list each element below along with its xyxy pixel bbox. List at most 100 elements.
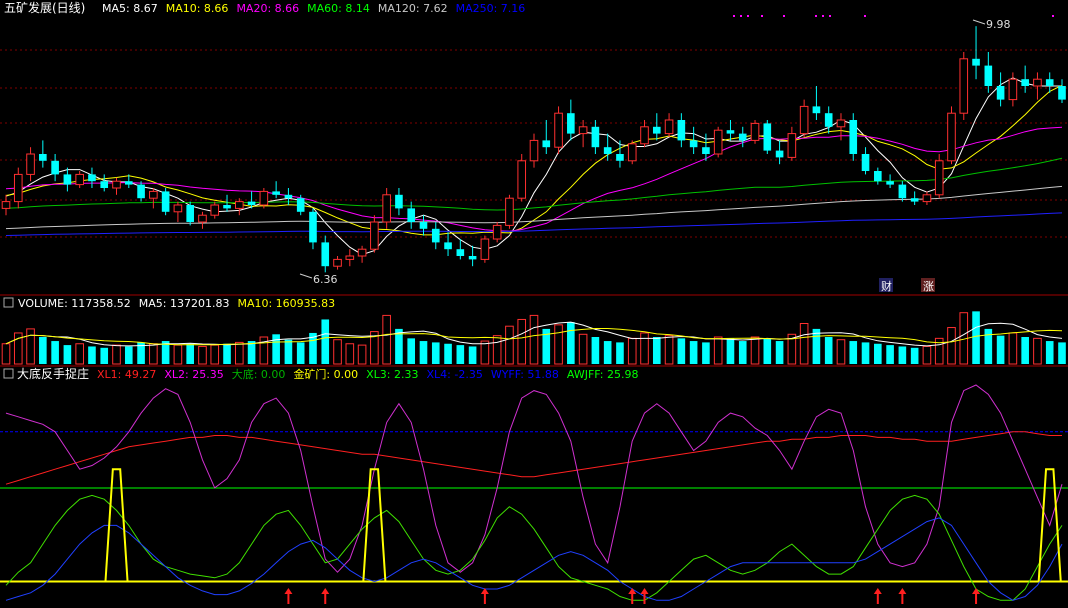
candle-body-down[interactable] [652, 126, 661, 134]
volume-bar-up[interactable] [149, 343, 158, 365]
candle-body-down[interactable] [63, 174, 72, 185]
candle-body-up[interactable] [370, 221, 379, 250]
volume-bar-down[interactable] [763, 338, 772, 364]
volume-bar-up[interactable] [640, 332, 649, 365]
volume-bar-down[interactable] [456, 345, 465, 364]
volume-bar-up[interactable] [357, 344, 367, 365]
candle-body-down[interactable] [567, 113, 575, 134]
candle-body-down[interactable] [603, 147, 612, 154]
candle-body-down[interactable] [886, 181, 894, 185]
candle-body-down[interactable] [321, 242, 330, 267]
candle-body-up[interactable] [75, 173, 84, 186]
candle-body-down[interactable] [996, 86, 1005, 100]
candle-body-up[interactable] [1033, 78, 1042, 87]
volume-bar-up[interactable] [836, 339, 846, 365]
volume-bar-down[interactable] [775, 341, 784, 364]
candle-body-up[interactable] [529, 139, 539, 162]
volume-bar-up[interactable] [578, 333, 588, 365]
candle-body-up[interactable] [112, 180, 121, 189]
candle-body-down[interactable] [1045, 79, 1054, 86]
candle-body-up[interactable] [787, 133, 797, 158]
candle-body-up[interactable] [505, 197, 514, 226]
candle-body-down[interactable] [468, 256, 477, 260]
candle-body-down[interactable] [124, 181, 133, 185]
candle-body-up[interactable] [517, 160, 527, 199]
candle-body-up[interactable] [382, 194, 391, 223]
candle-body-down[interactable] [898, 184, 907, 199]
candle-body-down[interactable] [186, 205, 194, 222]
volume-bar-down[interactable] [39, 337, 47, 364]
candle-body-up[interactable] [357, 248, 367, 257]
volume-bar-down[interactable] [603, 341, 612, 364]
candle-body-down[interactable] [874, 171, 882, 182]
volume-bar-up[interactable] [664, 335, 674, 365]
volume-bar-down[interactable] [51, 341, 59, 364]
candle-body-down[interactable] [689, 140, 698, 148]
volume-bar-up[interactable] [517, 318, 527, 365]
candle-body-down[interactable] [419, 222, 428, 229]
candle-body-up[interactable] [480, 238, 490, 260]
candle-body-up[interactable] [492, 224, 502, 240]
volume-bar-down[interactable] [689, 341, 698, 364]
volume-bar-down[interactable] [186, 343, 194, 364]
candle-body-down[interactable] [309, 211, 317, 243]
candle-body-down[interactable] [775, 150, 784, 158]
candle-body-down[interactable] [39, 154, 47, 161]
volume-bar-down[interactable] [567, 322, 575, 364]
candle-body-up[interactable] [173, 204, 183, 213]
candle-body-down[interactable] [51, 160, 59, 175]
volume-bar-up[interactable] [713, 336, 723, 365]
candle-body-down[interactable] [431, 228, 440, 243]
volume-bar-down[interactable] [738, 341, 747, 364]
volume-bar-down[interactable] [1021, 337, 1029, 364]
volume-bar-down[interactable] [124, 346, 133, 364]
volume-bar-up[interactable] [554, 324, 563, 365]
volume-bar-down[interactable] [874, 343, 882, 364]
candle-body-down[interactable] [444, 242, 452, 250]
volume-bar-up[interactable] [1, 343, 11, 365]
volume-bar-down[interactable] [726, 338, 735, 364]
volume-bar-down[interactable] [100, 347, 109, 364]
volume-bar-up[interactable] [529, 314, 539, 365]
volume-bar-up[interactable] [345, 343, 355, 365]
candle-body-up[interactable] [578, 126, 588, 135]
volume-bar-down[interactable] [63, 345, 72, 364]
candle-body-down[interactable] [456, 249, 465, 256]
candle-body-up[interactable] [1, 201, 11, 209]
candle-body-down[interactable] [616, 154, 624, 161]
candle-body-down[interactable] [88, 174, 96, 182]
candle-body-down[interactable] [1058, 86, 1066, 100]
volume-bar-down[interactable] [972, 311, 980, 364]
volume-bar-down[interactable] [886, 345, 894, 364]
candle-body-up[interactable] [13, 173, 23, 203]
volume-bar-down[interactable] [88, 346, 96, 364]
volume-bar-up[interactable] [1033, 337, 1042, 365]
volume-bar-up[interactable] [210, 344, 220, 365]
candle-body-down[interactable] [910, 198, 919, 202]
volume-bar-down[interactable] [1058, 342, 1066, 364]
candle-body-down[interactable] [738, 133, 747, 141]
candle-body-up[interactable] [234, 201, 244, 209]
candle-body-up[interactable] [799, 105, 809, 135]
volume-bar-down[interactable] [824, 337, 833, 364]
candle-body-up[interactable] [947, 112, 956, 162]
candle-body-up[interactable] [640, 126, 649, 145]
volume-bar-down[interactable] [849, 341, 858, 364]
candle-body-down[interactable] [223, 205, 231, 209]
volume-bar-up[interactable] [480, 340, 490, 365]
candle-body-down[interactable] [984, 65, 993, 86]
candle-body-up[interactable] [750, 122, 760, 141]
volume-bar-up[interactable] [947, 327, 956, 365]
candle-body-up[interactable] [627, 143, 637, 162]
candle-body-up[interactable] [922, 194, 932, 203]
candle-body-up[interactable] [149, 190, 158, 199]
volume-bar-down[interactable] [223, 343, 231, 364]
volume-bar-up[interactable] [173, 344, 183, 365]
candle-body-up[interactable] [1008, 78, 1018, 101]
volume-bar-up[interactable] [627, 337, 637, 365]
candle-body-down[interactable] [677, 120, 686, 141]
candle-body-down[interactable] [861, 154, 870, 171]
volume-bar-down[interactable] [861, 342, 870, 364]
volume-bar-down[interactable] [616, 342, 624, 364]
candle-body-up[interactable] [345, 255, 355, 260]
